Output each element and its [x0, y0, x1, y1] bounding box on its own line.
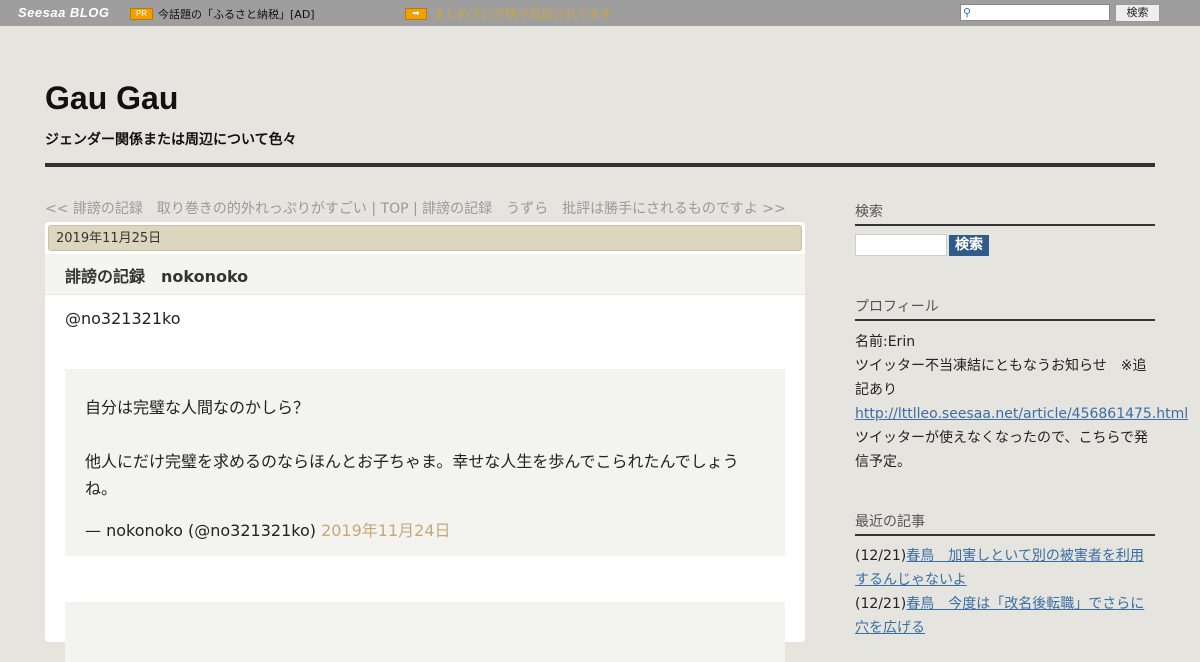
profile-link[interactable]: http://lttlleo.seesaa.net/article/456861…: [855, 402, 1188, 426]
notice-link[interactable]: まとめブログ続々追加されてます: [433, 5, 612, 22]
sidebar-search-heading: 検索: [855, 201, 1155, 226]
tweet-quote: 自分は完璧な人間なのかしら？ 他人にだけ完璧を求めるのならほんとお子ちゃま。幸せ…: [65, 369, 785, 556]
list-item: (12/21)春鳥 今度は「改名後転職」でさらに穴を広げる: [855, 592, 1155, 640]
profile-box: 名前:Erin ツイッター不当凍結にともなうお知らせ ※追記あり http://…: [855, 330, 1188, 474]
sidebar-profile-heading: プロフィール: [855, 296, 1155, 321]
post-article: 2019年11月25日 誹謗の記録 nokonoko @no321321ko 自…: [45, 222, 805, 662]
list-item: (12/21)春鳥 加害しといて別の被害者を利用するんじゃないよ: [855, 544, 1155, 592]
top-bar: Seesaa BLOG PR 今話題の「ふるさと納税」[AD] ➡ まとめブログ…: [0, 0, 1200, 26]
site-title[interactable]: Gau Gau: [45, 80, 178, 117]
recent-date: (12/21): [855, 596, 907, 612]
search-icon: ⚲: [963, 6, 972, 19]
arrow-right-icon: ➡: [405, 8, 427, 20]
seesaa-logo[interactable]: Seesaa BLOG: [18, 5, 110, 20]
tweet-author: — nokonoko (@no321321ko): [85, 521, 322, 540]
post-date: 2019年11月25日: [48, 225, 802, 251]
recent-posts-list: (12/21)春鳥 加害しといて別の被害者を利用するんじゃないよ (12/21)…: [855, 544, 1155, 640]
tweet-quote: [65, 602, 785, 662]
pr-ad-link[interactable]: 今話題の「ふるさと納税」[AD]: [158, 6, 315, 22]
profile-name: 名前:Erin: [855, 334, 916, 350]
tweet-line-2: 他人にだけ完璧を求めるのならほんとお子ちゃま。幸せな人生を歩んでこられたんでしょ…: [85, 452, 739, 498]
recent-date: (12/21): [855, 548, 907, 564]
header-divider: [45, 163, 1155, 167]
site-description: ジェンダー関係または周辺について色々: [45, 132, 297, 148]
pr-badge: PR: [130, 8, 153, 20]
profile-notice: ツイッター不当凍結にともなうお知らせ ※追記あり: [855, 358, 1147, 398]
post-pager[interactable]: << 誹謗の記録 取り巻きの的外れっぷりがすごい | TOP | 誹謗の記録 う…: [45, 198, 786, 218]
top-search-input[interactable]: ⚲: [960, 4, 1110, 21]
top-search-button[interactable]: 検索: [1115, 4, 1160, 22]
sidebar-recent-heading: 最近の記事: [855, 511, 1155, 536]
tweet-date-link[interactable]: 2019年11月24日: [321, 521, 450, 540]
post-title[interactable]: 誹謗の記録 nokonoko: [65, 263, 248, 287]
sidebar-search-input[interactable]: [855, 234, 947, 256]
sidebar-search-button[interactable]: 検索: [949, 235, 989, 256]
tweet-line-1: 自分は完璧な人間なのかしら？: [85, 398, 310, 417]
tweet-attribution: — nokonoko (@no321321ko) 2019年11月24日: [85, 517, 451, 541]
post-handle: @no321321ko: [65, 309, 181, 328]
post-title-bar: 誹謗の記録 nokonoko: [45, 254, 805, 295]
profile-note: ツイッターが使えなくなったので、こちらで発信予定。: [855, 430, 1149, 470]
